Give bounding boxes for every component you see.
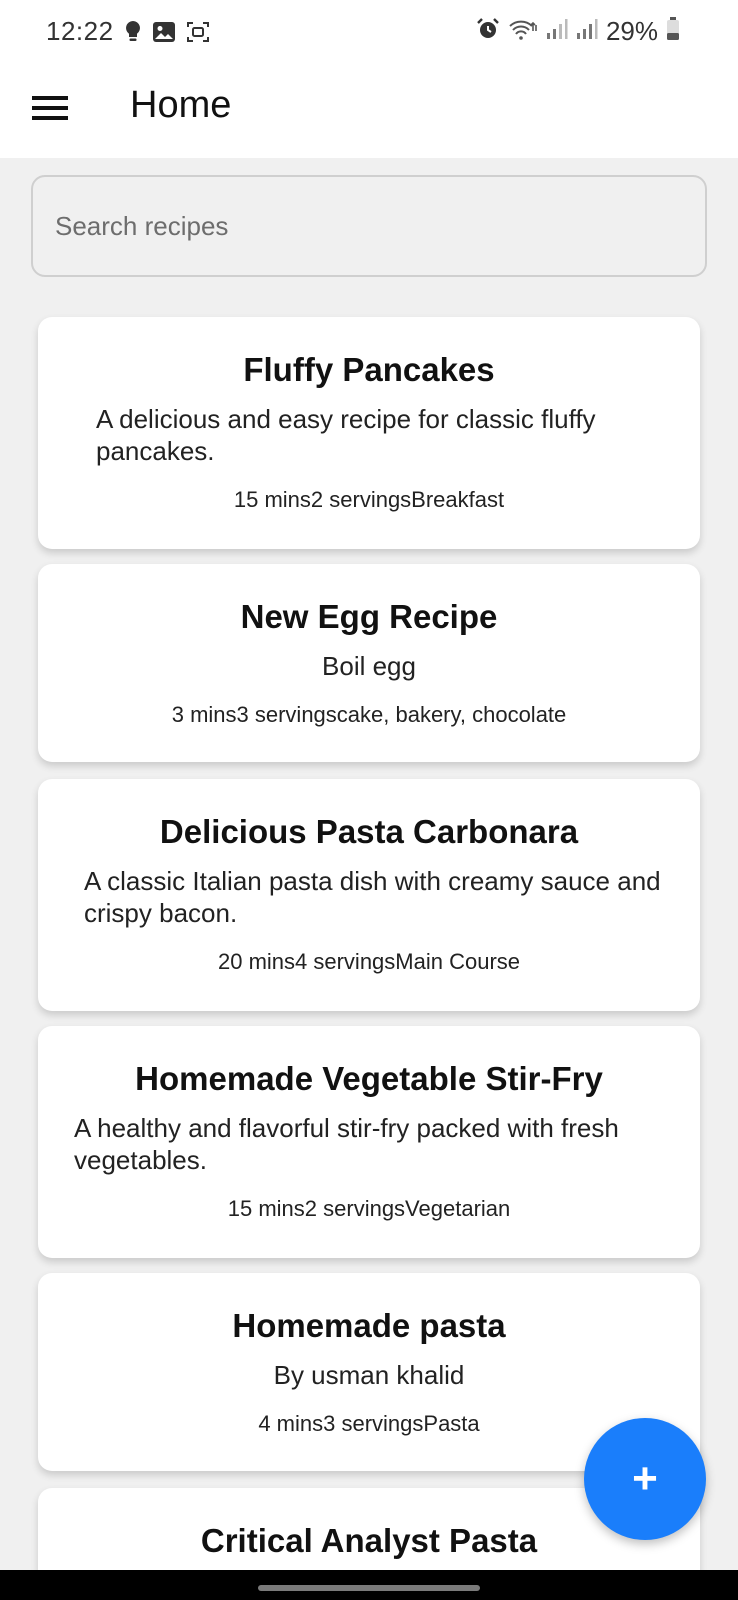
- recipe-meta: 4 mins3 servingsPasta: [258, 1411, 480, 1436]
- signal-icon: [576, 18, 598, 45]
- recipe-card[interactable]: New Egg Recipe Boil egg 3 mins3 servings…: [38, 564, 700, 762]
- battery-icon: [666, 17, 680, 46]
- recipe-description: A healthy and flavorful stir-fry packed …: [74, 1113, 619, 1175]
- recipe-card[interactable]: Delicious Pasta Carbonara A classic Ital…: [38, 779, 700, 1011]
- recipe-description: A classic Italian pasta dish with creamy…: [84, 866, 661, 928]
- screen-record-icon: [186, 21, 210, 48]
- add-recipe-button[interactable]: +: [584, 1418, 706, 1540]
- recipe-title: Homemade pasta: [232, 1307, 506, 1344]
- recipe-meta: 3 mins3 servingscake, bakery, chocolate: [171, 702, 567, 727]
- search-input[interactable]: [33, 177, 705, 275]
- status-time: 12:22: [46, 16, 114, 46]
- lightbulb-icon: [124, 20, 142, 49]
- image-icon: [152, 21, 176, 48]
- app-bar: Home: [0, 64, 738, 158]
- page-title: Home: [130, 84, 232, 126]
- wifi-icon: [508, 17, 538, 46]
- search-field[interactable]: [31, 175, 707, 277]
- recipe-description: By usman khalid: [273, 1360, 465, 1390]
- recipe-card[interactable]: Homemade Vegetable Stir-Fry A healthy an…: [38, 1026, 700, 1258]
- recipe-title: Homemade Vegetable Stir-Fry: [135, 1060, 603, 1097]
- recipe-title: Critical Analyst Pasta: [200, 1522, 538, 1559]
- status-bar: 12:22 29%: [0, 0, 738, 64]
- recipe-meta: 15 mins2 servingsBreakfast: [233, 487, 505, 512]
- battery-percentage: 29%: [605, 16, 658, 46]
- recipe-description: Boil egg: [322, 651, 416, 681]
- plus-icon: +: [632, 1454, 658, 1503]
- recipe-title: New Egg Recipe: [240, 598, 498, 635]
- recipe-meta: 15 mins2 servingsVegetarian: [227, 1196, 511, 1221]
- recipe-description: A delicious and easy recipe for classic …: [96, 404, 596, 466]
- alarm-icon: [476, 17, 500, 46]
- recipe-title: Delicious Pasta Carbonara: [159, 813, 579, 850]
- recipe-card[interactable]: Fluffy Pancakes A delicious and easy rec…: [38, 317, 700, 549]
- signal-icon: [546, 18, 568, 45]
- status-system-icons: 29%: [476, 16, 680, 47]
- home-gesture-handle[interactable]: [258, 1585, 480, 1591]
- recipe-title: Fluffy Pancakes: [243, 351, 495, 388]
- recipe-meta: 20 mins4 servingsMain Course: [217, 949, 521, 974]
- status-notification-icons: [124, 20, 210, 49]
- menu-button[interactable]: [30, 90, 70, 130]
- hamburger-menu-icon: [32, 94, 68, 127]
